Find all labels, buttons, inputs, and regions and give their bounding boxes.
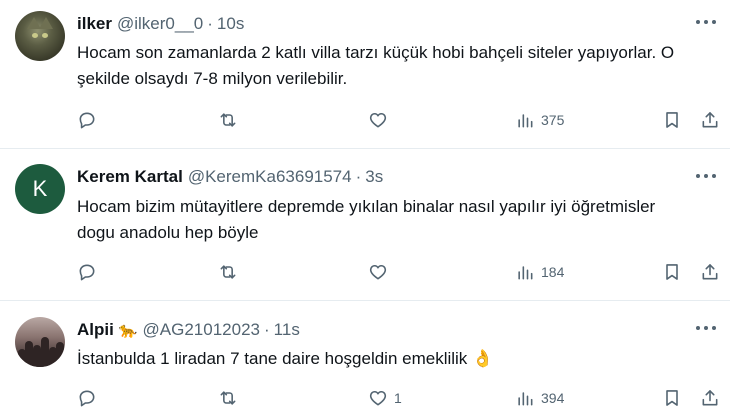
bookmark-icon: [666, 264, 678, 280]
timestamp[interactable]: 11s: [274, 320, 300, 340]
view-count: 394: [541, 390, 565, 406]
user-handle[interactable]: @AG21012023: [143, 320, 260, 340]
share-button[interactable]: [700, 108, 720, 132]
retweet-button[interactable]: [218, 386, 238, 410]
share-icon: [702, 390, 718, 406]
retweet-icon: [220, 113, 236, 127]
timestamp[interactable]: 10s: [217, 14, 244, 34]
like-button[interactable]: [368, 108, 394, 132]
tweet-text: Hocam son zamanlarda 2 katlı villa tarzı…: [77, 43, 675, 88]
views-icon: [518, 266, 533, 280]
more-icon[interactable]: [696, 174, 716, 180]
tweet[interactable]: K Kerem Kartal @KeremKa63691574 · 3s Hoc…: [0, 149, 730, 301]
separator-dot: ·: [355, 167, 362, 186]
tweet-text: İstanbulda 1 liradan 7 tane daire hoşgel…: [77, 349, 494, 368]
tweet-header: Alpii 🐆 @AG21012023 · 11s: [77, 320, 300, 340]
like-count: 1: [394, 390, 402, 406]
display-name[interactable]: ilker: [77, 14, 112, 34]
separator-dot: ·: [207, 14, 213, 33]
timestamp[interactable]: 3s: [365, 167, 383, 187]
bookmark-button[interactable]: [662, 386, 682, 410]
display-name[interactable]: Kerem Kartal: [77, 167, 183, 187]
user-handle[interactable]: @ilker0__0: [117, 14, 203, 34]
view-count: 375: [541, 112, 565, 128]
action-bar: 1 394: [0, 386, 730, 410]
reply-feed: ilker @ilker0__0 · 10s Hocam son zamanla…: [0, 0, 730, 420]
leopard-emoji: 🐆: [118, 322, 138, 339]
like-button[interactable]: 1: [368, 386, 402, 410]
display-name[interactable]: Alpii: [77, 320, 114, 340]
avatar[interactable]: [15, 11, 65, 61]
heart-icon: [369, 112, 387, 128]
views-icon: [518, 392, 533, 406]
avatar[interactable]: K: [15, 164, 65, 214]
tweet-header: Kerem Kartal @KeremKa63691574 · 3s: [77, 167, 383, 187]
retweet-icon: [220, 391, 236, 405]
share-icon: [702, 112, 718, 128]
share-icon: [702, 264, 718, 280]
user-handle[interactable]: @KeremKa63691574: [188, 167, 352, 187]
action-bar: 375: [0, 108, 730, 132]
tweet[interactable]: ilker @ilker0__0 · 10s Hocam son zamanla…: [0, 0, 730, 149]
reply-icon: [79, 112, 95, 129]
avatar-letter: K: [32, 176, 48, 201]
bookmark-icon: [666, 390, 678, 406]
heart-icon: [369, 390, 387, 406]
reply-icon: [79, 264, 95, 281]
reply-button[interactable]: [77, 386, 97, 410]
retweet-icon: [220, 265, 236, 279]
heart-icon: [369, 264, 387, 280]
views-button[interactable]: 394: [515, 386, 564, 410]
tweet-text: Hocam bizim mütayitlere depremde yıkılan…: [77, 197, 656, 242]
bookmark-button[interactable]: [662, 108, 682, 132]
share-button[interactable]: [700, 260, 720, 284]
view-count: 184: [541, 264, 565, 280]
share-button[interactable]: [700, 386, 720, 410]
tweet[interactable]: Alpii 🐆 @AG21012023 · 11s İstanbulda 1 l…: [0, 301, 730, 420]
retweet-button[interactable]: [218, 108, 238, 132]
reply-button[interactable]: [77, 108, 97, 132]
views-button[interactable]: 184: [515, 260, 564, 284]
tweet-header: ilker @ilker0__0 · 10s: [77, 14, 244, 34]
retweet-button[interactable]: [218, 260, 238, 284]
reply-button[interactable]: [77, 260, 97, 284]
bookmark-button[interactable]: [662, 260, 682, 284]
more-icon[interactable]: [696, 326, 716, 332]
like-button[interactable]: [368, 260, 394, 284]
avatar[interactable]: [15, 317, 65, 367]
more-icon[interactable]: [696, 20, 716, 26]
action-bar: 184: [0, 260, 730, 284]
views-button[interactable]: 375: [515, 108, 564, 132]
views-icon: [518, 114, 533, 128]
separator-dot: ·: [264, 320, 270, 339]
reply-icon: [79, 390, 95, 407]
bookmark-icon: [666, 112, 678, 128]
